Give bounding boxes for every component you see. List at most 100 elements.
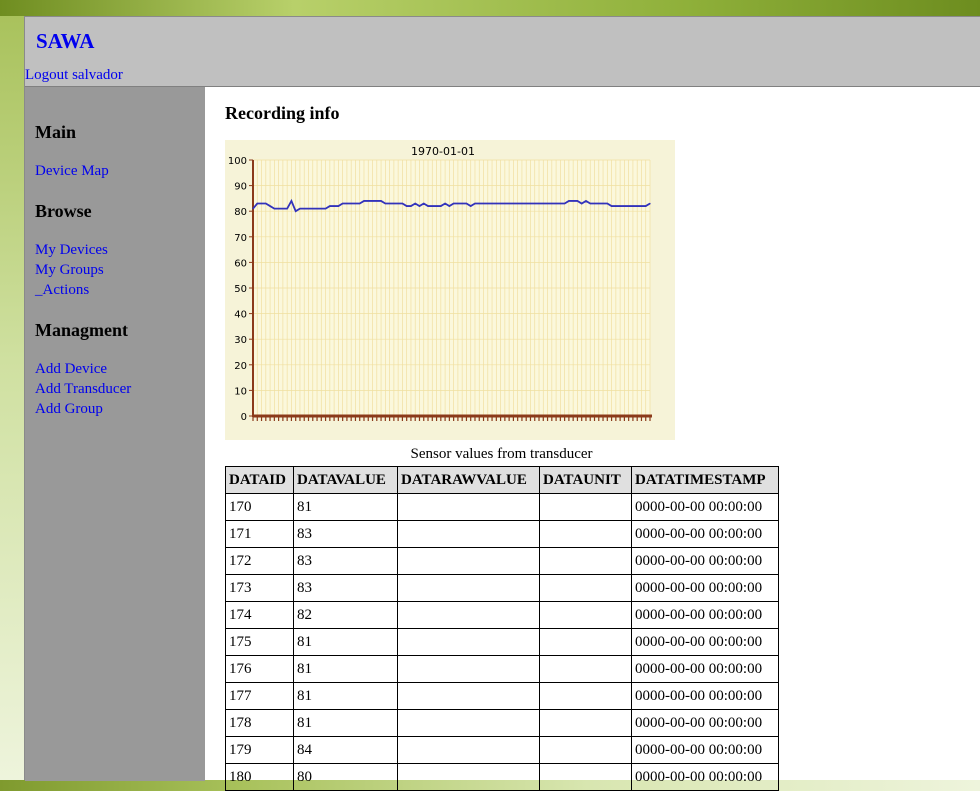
table-row: 177 81 0000-00-00 00:00:00	[225, 682, 779, 710]
sidebar-link-my-groups[interactable]: My Groups	[35, 262, 104, 279]
table-cell-dataunit	[539, 520, 632, 548]
table-cell-dataid: 174	[225, 601, 294, 629]
logout-link[interactable]: Logout salvador	[25, 67, 123, 84]
site-title-link[interactable]: SAWA	[36, 29, 94, 54]
table-row: 172 83 0000-00-00 00:00:00	[225, 547, 779, 575]
data-point	[363, 200, 365, 202]
data-point	[389, 202, 391, 205]
chart-title: 1970-01-01	[411, 145, 475, 158]
data-point	[534, 202, 536, 205]
data-point	[299, 208, 301, 210]
table-cell-dataunit	[539, 709, 632, 737]
table-cell-dataunit	[539, 736, 632, 764]
data-point	[423, 202, 425, 205]
table-cell-datarawvalue	[397, 763, 540, 791]
data-point	[504, 202, 506, 205]
table-cell-datavalue: 84	[293, 736, 398, 764]
data-point	[482, 202, 485, 205]
y-tick-label: 0	[241, 412, 247, 423]
data-point	[551, 202, 553, 205]
data-point	[406, 205, 408, 207]
data-point	[316, 208, 318, 210]
data-point	[474, 202, 476, 205]
sidebar-link-my-devices[interactable]: My Devices	[35, 242, 108, 259]
data-point	[517, 202, 519, 205]
table-row: 176 81 0000-00-00 00:00:00	[225, 655, 779, 683]
sidebar-link-actions[interactable]: _Actions	[35, 282, 89, 299]
data-point	[491, 202, 493, 205]
table-cell-datatimestamp: 0000-00-00 00:00:00	[631, 628, 779, 656]
table-cell-datarawvalue	[397, 628, 540, 656]
table-row: 173 83 0000-00-00 00:00:00	[225, 574, 779, 602]
data-point	[384, 202, 386, 205]
table-cell-datarawvalue	[397, 655, 540, 683]
data-point	[371, 200, 374, 202]
sidebar-heading-main: Main	[35, 122, 77, 142]
sidebar-link-add-transducer[interactable]: Add Transducer	[35, 381, 131, 398]
table-cell-datatimestamp: 0000-00-00 00:00:00	[631, 736, 779, 764]
table-cell-datarawvalue	[397, 547, 540, 575]
data-point	[649, 202, 651, 205]
data-point	[444, 202, 446, 205]
data-point	[559, 202, 561, 205]
page-title: Recording info	[225, 103, 340, 123]
data-point	[628, 205, 630, 207]
sidebar-heading-managment: Managment	[35, 320, 128, 340]
data-point	[265, 202, 267, 205]
y-tick-label: 70	[234, 233, 247, 244]
y-tick-label: 90	[234, 182, 247, 193]
data-point	[367, 200, 369, 202]
table-cell-datavalue: 83	[293, 520, 398, 548]
table-cell-datavalue: 81	[293, 493, 398, 521]
sidebar-link-add-group[interactable]: Add Group	[35, 401, 103, 418]
table-cell-datatimestamp: 0000-00-00 00:00:00	[631, 763, 779, 791]
table-body: 170 81 0000-00-00 00:00:00 171 83 0000-00-00 …	[225, 493, 779, 791]
sidebar-link-device-map[interactable]: Device Map	[35, 163, 109, 180]
table-cell-dataid: 170	[225, 493, 294, 521]
data-point	[487, 202, 489, 205]
table-cell-datatimestamp: 0000-00-00 00:00:00	[631, 493, 779, 521]
data-point	[581, 202, 583, 205]
data-point	[461, 202, 463, 205]
column-header-datarawvalue: DATARAWVALUE	[397, 466, 540, 494]
y-tick-label: 60	[234, 258, 247, 269]
data-point	[564, 202, 566, 205]
data-point	[585, 200, 587, 202]
table-cell-dataunit	[539, 493, 632, 521]
data-point	[333, 205, 335, 207]
data-point	[342, 202, 344, 205]
table-cell-datavalue: 80	[293, 763, 398, 791]
table-row: 174 82 0000-00-00 00:00:00	[225, 601, 779, 629]
data-point	[495, 202, 497, 205]
data-point	[465, 202, 468, 205]
sidebar: Main Device Map Browse My Devices My Gro…	[25, 87, 205, 781]
data-point	[508, 202, 510, 205]
table-cell-datatimestamp: 0000-00-00 00:00:00	[631, 655, 779, 683]
sensor-data-table: DATAID DATAVALUE DATARAWVALUE DATAUNIT D…	[225, 466, 779, 791]
table-cell-datarawvalue	[397, 709, 540, 737]
data-point	[598, 202, 600, 205]
data-point	[576, 200, 579, 202]
sidebar-link-add-device[interactable]: Add Device	[35, 361, 107, 378]
top-gradient-band	[0, 0, 980, 16]
data-point	[401, 202, 404, 205]
data-point	[555, 202, 557, 205]
table-cell-dataid: 177	[225, 682, 294, 710]
table-cell-dataunit	[539, 601, 632, 629]
data-point	[380, 200, 382, 202]
column-header-datavalue: DATAVALUE	[293, 466, 398, 494]
table-row: 170 81 0000-00-00 00:00:00	[225, 493, 779, 521]
data-point	[354, 202, 357, 205]
data-point	[307, 208, 310, 210]
table-cell-dataid: 179	[225, 736, 294, 764]
data-point	[645, 205, 647, 207]
data-point	[418, 205, 421, 207]
table-cell-datarawvalue	[397, 736, 540, 764]
table-cell-dataid: 180	[225, 763, 294, 791]
column-header-dataid: DATAID	[225, 466, 294, 494]
data-point	[440, 205, 442, 207]
data-point	[290, 200, 293, 202]
data-point	[346, 202, 348, 205]
table-cell-datatimestamp: 0000-00-00 00:00:00	[631, 574, 779, 602]
y-tick-label: 100	[228, 156, 247, 167]
